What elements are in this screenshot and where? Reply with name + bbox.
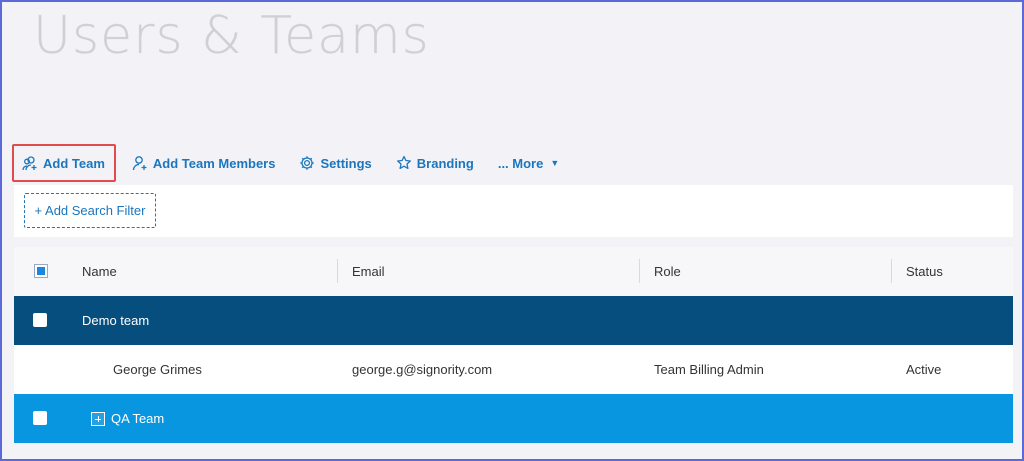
select-all-checkbox[interactable] <box>34 264 48 278</box>
page-title: Users & Teams <box>33 6 430 66</box>
column-header-role[interactable]: Role <box>654 247 681 296</box>
member-email: george.g@signority.com <box>352 362 493 377</box>
more-button[interactable]: ... More ▼ <box>490 146 567 180</box>
member-row[interactable]: George Grimes george.g@signority.com Tea… <box>14 345 1013 394</box>
settings-label: Settings <box>320 155 372 171</box>
add-team-button[interactable]: Add Team <box>12 144 116 182</box>
row-checkbox[interactable] <box>33 411 47 425</box>
add-team-members-label: Add Team Members <box>152 155 276 171</box>
users-teams-table: Name Email Role Status Demo team George … <box>14 247 1013 443</box>
row-checkbox[interactable] <box>33 313 47 327</box>
more-label: ... More <box>497 155 544 171</box>
gear-icon <box>300 156 315 170</box>
member-role: Team Billing Admin <box>654 362 764 377</box>
filter-bar: + Add Search Filter <box>14 185 1013 237</box>
table-header: Name Email Role Status <box>14 247 1013 296</box>
branding-button[interactable]: Branding <box>388 146 482 180</box>
team-row[interactable]: QA Team <box>14 394 1013 443</box>
member-status: Active <box>906 362 942 377</box>
team-row[interactable]: Demo team <box>14 296 1013 345</box>
column-divider[interactable] <box>891 259 892 283</box>
branding-label: Branding <box>416 155 474 171</box>
team-name-cell: QA Team <box>91 394 164 443</box>
member-name: George Grimes <box>113 362 202 377</box>
caret-down-icon: ▼ <box>550 158 560 168</box>
settings-button[interactable]: Settings <box>291 146 379 180</box>
add-team-label: Add Team <box>43 155 105 171</box>
add-search-filter-button[interactable]: + Add Search Filter <box>24 193 156 228</box>
column-divider[interactable] <box>337 259 338 283</box>
team-name: QA Team <box>111 411 165 426</box>
toolbar: Add Team Add Team Members Settings Brand… <box>12 144 575 182</box>
expand-icon[interactable] <box>91 411 105 426</box>
star-icon <box>396 155 411 170</box>
add-team-members-button[interactable]: Add Team Members <box>124 146 284 180</box>
add-team-icon <box>22 156 37 171</box>
column-header-status[interactable]: Status <box>906 247 943 296</box>
team-name: Demo team <box>82 313 150 328</box>
column-header-name[interactable]: Name <box>82 247 117 296</box>
add-user-icon <box>132 156 147 171</box>
column-header-email[interactable]: Email <box>352 247 385 296</box>
column-divider[interactable] <box>639 259 640 283</box>
